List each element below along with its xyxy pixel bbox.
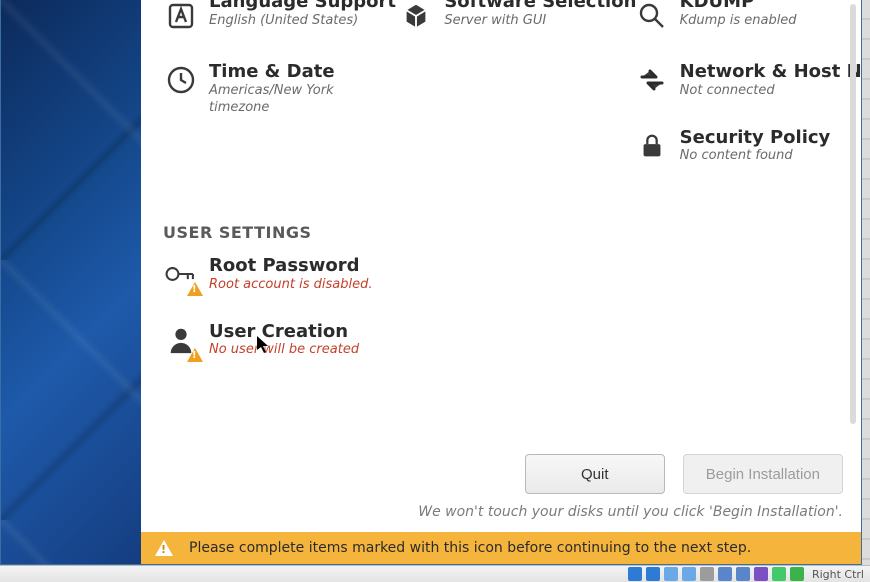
- lock-icon: [634, 128, 670, 164]
- warning-badge-icon: [187, 348, 203, 362]
- spoke-subtitle: Server with GUI: [444, 13, 636, 30]
- section-header-user-settings: USER SETTINGS: [163, 223, 849, 242]
- spoke-subtitle: No content found: [680, 148, 831, 165]
- vbox-indicator-optical-icon[interactable]: [646, 567, 660, 581]
- disk-hint-text: We won't touch your disks until you clic…: [418, 504, 843, 520]
- spoke-title: User Creation: [209, 322, 359, 343]
- vbox-indicator-usb-icon[interactable]: [700, 567, 714, 581]
- begin-installation-button[interactable]: Begin Installation: [683, 454, 843, 494]
- spoke-user-creation[interactable]: User Creation No user will be created: [163, 322, 849, 360]
- vbox-indicator-mouse-icon[interactable]: [790, 567, 804, 581]
- user-icon: [163, 322, 199, 358]
- spoke-kdump[interactable]: KDUMP Kdump is enabled: [634, 0, 849, 34]
- spoke-root-password[interactable]: Root Password Root account is disabled.: [163, 256, 849, 294]
- clock-icon: [163, 62, 199, 98]
- vbox-indicator-cpu-icon[interactable]: [772, 567, 786, 581]
- spoke-security-policy[interactable]: Security Policy No content found: [634, 128, 849, 166]
- package-icon: [398, 0, 434, 34]
- vbox-indicator-recording-icon[interactable]: [754, 567, 768, 581]
- spoke-subtitle: No user will be created: [209, 342, 359, 359]
- vbox-indicator-network-icon[interactable]: [682, 567, 696, 581]
- spoke-title: KDUMP: [680, 0, 797, 13]
- vbox-indicator-shared-icon[interactable]: [718, 567, 732, 581]
- background-window-sliver: [862, 0, 870, 565]
- installation-summary-pane: Language Support English (United States)…: [141, 0, 861, 564]
- warning-bar: Please complete items marked with this i…: [141, 532, 861, 564]
- vbox-indicator-hdd-icon[interactable]: [628, 567, 642, 581]
- spoke-title: Language Support: [209, 0, 396, 13]
- vbox-indicator-display-icon[interactable]: [736, 567, 750, 581]
- spoke-title: Time & Date: [209, 62, 378, 83]
- spoke-title: Software Selection: [444, 0, 636, 13]
- vbox-indicator-audio-icon[interactable]: [664, 567, 678, 581]
- key-icon: [163, 256, 199, 292]
- spoke-subtitle: Americas/New York timezone: [209, 83, 378, 117]
- quit-button[interactable]: Quit: [525, 454, 665, 494]
- spoke-subtitle: Not connected: [680, 83, 861, 100]
- spoke-time-date[interactable]: Time & Date Americas/New York timezone: [163, 62, 378, 116]
- network-icon: [634, 62, 670, 98]
- spoke-network[interactable]: Network & Host N Not connected: [634, 62, 849, 100]
- spoke-subtitle: Root account is disabled.: [209, 277, 372, 294]
- virtualbox-status-bar: Right Ctrl: [0, 565, 870, 582]
- warning-badge-icon: [187, 282, 203, 296]
- scrollbar[interactable]: [850, 4, 856, 424]
- spoke-software-selection[interactable]: Software Selection Server with GUI: [398, 0, 613, 34]
- warning-icon: [155, 540, 173, 556]
- spoke-subtitle: English (United States): [209, 13, 396, 30]
- spoke-subtitle: Kdump is enabled: [680, 13, 797, 30]
- spoke-title: Root Password: [209, 256, 372, 277]
- language-icon: [163, 0, 199, 34]
- spoke-title: Security Policy: [680, 128, 831, 149]
- sidebar-hero: [1, 0, 141, 564]
- search-icon: [634, 0, 670, 34]
- warning-text: Please complete items marked with this i…: [189, 540, 751, 556]
- spoke-language-support[interactable]: Language Support English (United States): [163, 0, 378, 34]
- spoke-title: Network & Host N: [680, 62, 861, 83]
- vbox-host-key: Right Ctrl: [812, 568, 864, 581]
